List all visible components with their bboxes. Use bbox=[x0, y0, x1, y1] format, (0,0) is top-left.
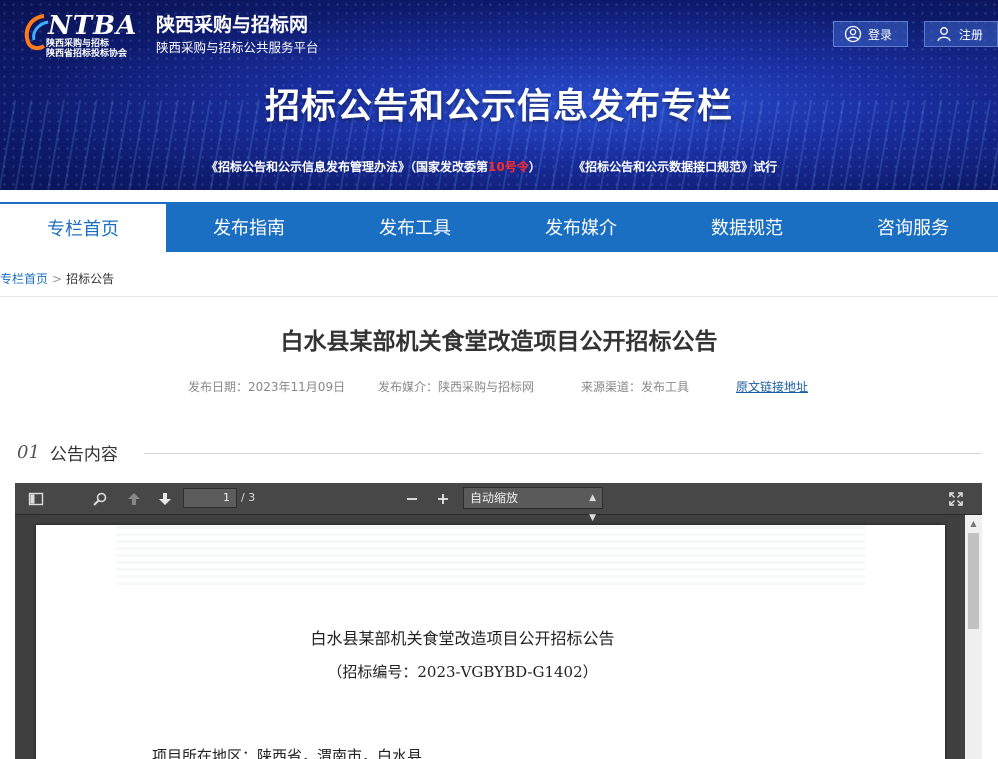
breadcrumb-current: 招标公告 bbox=[66, 272, 115, 286]
breadcrumb-separator: > bbox=[52, 271, 63, 286]
nav-item-tools[interactable]: 发布工具 bbox=[332, 202, 498, 252]
pdf-page: 白水县某部机关食堂改造项目公开招标公告 （招标编号：2023-VGBYBD-G1… bbox=[36, 525, 945, 759]
zoom-out-button[interactable] bbox=[401, 489, 423, 509]
next-page-button[interactable] bbox=[154, 489, 176, 509]
pdf-document-title: 白水县某部机关食堂改造项目公开招标公告 bbox=[310, 629, 615, 648]
page-total: / 3 bbox=[241, 491, 256, 504]
search-icon bbox=[93, 492, 107, 506]
sidebar-toggle-button[interactable] bbox=[25, 489, 47, 509]
nav-item-home[interactable]: 专栏首页 bbox=[0, 202, 166, 252]
fullscreen-icon bbox=[949, 492, 963, 506]
article-title: 白水县某部机关食堂改造项目公开招标公告 bbox=[280, 329, 718, 355]
nav-item-guide[interactable]: 发布指南 bbox=[166, 202, 332, 252]
scroll-thumb[interactable] bbox=[968, 533, 979, 629]
register-button[interactable]: 注册 bbox=[924, 21, 998, 47]
site-subtitle: 陕西采购与招标公共服务平台 bbox=[156, 40, 319, 55]
section-header: 01 公告内容 bbox=[17, 440, 118, 465]
section-label: 公告内容 bbox=[49, 445, 118, 465]
site-title[interactable]: 陕西采购与招标网 bbox=[156, 10, 308, 37]
banner-links: 《招标公告和公示信息发布管理办法》（国家发改委第10号令） 《招标公告和公示数据… bbox=[206, 158, 777, 175]
minus-icon bbox=[407, 498, 417, 500]
user-icon bbox=[937, 27, 951, 42]
sidebar-icon bbox=[28, 492, 44, 506]
previous-page-button[interactable] bbox=[123, 489, 145, 509]
nav-item-data-spec[interactable]: 数据规范 bbox=[664, 202, 830, 252]
login-button[interactable]: 登录 bbox=[833, 21, 908, 47]
spec-link[interactable]: 《招标公告和公示数据接口规范》试行 bbox=[573, 160, 777, 174]
find-button[interactable] bbox=[89, 489, 111, 509]
nav-item-media[interactable]: 发布媒介 bbox=[498, 202, 664, 252]
pdf-scrollbar[interactable]: ▲ bbox=[965, 515, 982, 759]
zoom-value: 自动缩放 bbox=[470, 491, 519, 505]
source-link[interactable]: 原文链接地址 bbox=[736, 378, 808, 395]
header-banner: NTBA 陕西采购与招标 陕西省招标投标协会 陕西采购与招标网 陕西采购与招标公… bbox=[0, 0, 998, 190]
pdf-document-code: （招标编号：2023-VGBYBD-G1402） bbox=[327, 663, 598, 681]
arrow-up-icon bbox=[128, 493, 140, 505]
pdf-document-line: 项目所在地区：陕西省，渭南市，白水县 bbox=[152, 747, 423, 759]
user-circle-icon bbox=[844, 25, 862, 43]
scroll-up-icon[interactable]: ▲ bbox=[965, 515, 982, 531]
logo-subtitle-2: 陕西省招标投标协会 bbox=[46, 49, 128, 59]
pdf-toolbar: 1 / 3 自动缩放 ▲ ▼ bbox=[15, 483, 982, 523]
publish-media: 发布媒介：陕西采购与招标网 bbox=[378, 380, 535, 394]
nav-item-consulting[interactable]: 咨询服务 bbox=[830, 202, 996, 252]
presentation-mode-button[interactable] bbox=[945, 489, 967, 509]
pdf-viewer: 1 / 3 自动缩放 ▲ ▼ 白水县某部机关食堂改造项目公开招标公告 （招标编号：… bbox=[15, 483, 982, 759]
section-divider bbox=[144, 453, 981, 454]
divider bbox=[0, 296, 998, 297]
login-label: 登录 bbox=[868, 27, 893, 42]
site-logo[interactable]: NTBA 陕西采购与招标 陕西省招标投标协会 bbox=[22, 8, 150, 59]
arrow-down-icon bbox=[159, 493, 171, 505]
zoom-select[interactable]: 自动缩放 ▲ ▼ bbox=[463, 487, 603, 523]
register-label: 注册 bbox=[959, 27, 984, 42]
breadcrumb-home[interactable]: 专栏首页 bbox=[0, 270, 48, 287]
zoom-in-button[interactable] bbox=[432, 489, 454, 509]
source-channel: 来源渠道：发布工具 bbox=[581, 380, 690, 394]
banner-title: 招标公告和公示信息发布专栏 bbox=[264, 87, 733, 127]
main-nav: 专栏首页 发布指南 发布工具 发布媒介 数据规范 咨询服务 bbox=[0, 202, 998, 252]
chevron-up-down-icon: ▲ ▼ bbox=[589, 493, 596, 523]
plus-icon bbox=[438, 494, 448, 504]
section-number: 01 bbox=[17, 442, 40, 463]
regulation-link[interactable]: 《招标公告和公示信息发布管理办法》（国家发改委第10号令） bbox=[206, 160, 541, 174]
breadcrumb: 专栏首页 > 招标公告 bbox=[0, 270, 114, 287]
page-number-input[interactable]: 1 bbox=[183, 488, 237, 508]
publish-date: 发布日期：2023年11月09日 bbox=[188, 380, 346, 394]
